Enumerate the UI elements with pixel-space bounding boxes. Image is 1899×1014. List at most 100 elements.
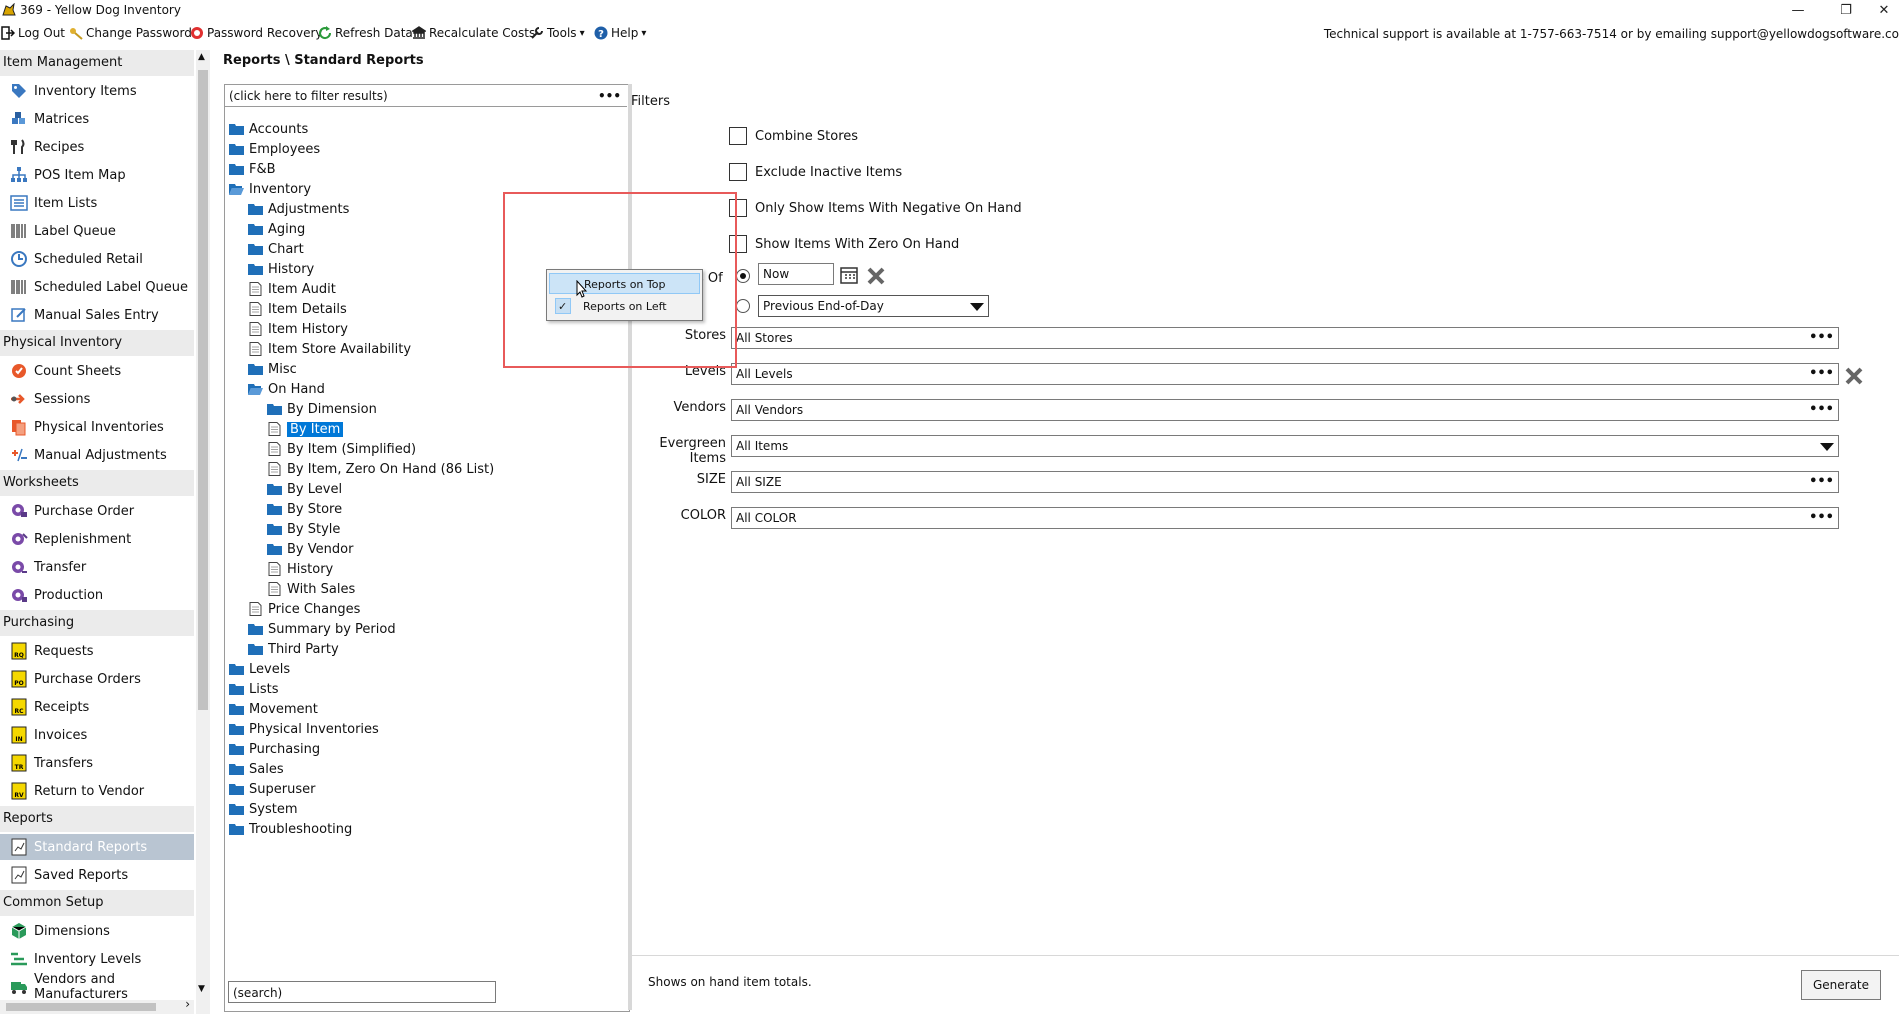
tree-node-summary-by-period[interactable]: Summary by Period xyxy=(248,619,396,639)
tree-node-by-vendor[interactable]: By Vendor xyxy=(267,539,353,559)
tree-node-item-history[interactable]: Item History xyxy=(248,319,348,339)
tree-node-sales[interactable]: Sales xyxy=(229,759,284,779)
sidebar-item-manual-adjustments[interactable]: Manual Adjustments xyxy=(0,442,194,468)
restore-button[interactable]: ❐ xyxy=(1826,1,1866,21)
tree-node-history[interactable]: History xyxy=(267,559,333,579)
stores-field[interactable]: All Stores ••• xyxy=(731,327,1839,349)
password-recovery-button[interactable]: Password Recovery xyxy=(190,26,323,40)
sidebar-item-inventory-items[interactable]: Inventory Items xyxy=(0,78,194,104)
scroll-up-icon[interactable]: ▲ xyxy=(198,52,205,62)
checkbox-box[interactable] xyxy=(729,163,747,181)
tree-node-price-changes[interactable]: Price Changes xyxy=(248,599,360,619)
more-icon[interactable]: ••• xyxy=(1809,472,1834,492)
sidebar-item-scheduled-retail[interactable]: Scheduled Retail xyxy=(0,246,194,272)
scroll-right-icon[interactable]: › xyxy=(185,997,190,1011)
tree-node-inventory[interactable]: Inventory xyxy=(229,179,311,199)
calendar-icon[interactable] xyxy=(840,266,858,284)
tree-node-accounts[interactable]: Accounts xyxy=(229,119,308,139)
sidebar-item-scheduled-label-queue[interactable]: Scheduled Label Queue xyxy=(0,274,194,300)
sidebar-item-transfer[interactable]: Transfer xyxy=(0,554,194,580)
sidebar-section-reports[interactable]: Reports xyxy=(0,806,194,832)
tree-node-by-style[interactable]: By Style xyxy=(267,519,340,539)
sidebar-section-purchasing[interactable]: Purchasing xyxy=(0,610,194,636)
menu-item-reports-on-top[interactable]: Reports on Top xyxy=(549,273,700,294)
tree-node-misc[interactable]: Misc xyxy=(248,359,297,379)
dropdown-arrow-icon[interactable] xyxy=(970,303,984,311)
tree-node-f-b[interactable]: F&B xyxy=(229,159,276,179)
sidebar-item-sessions[interactable]: Sessions xyxy=(0,386,194,412)
tree-node-chart[interactable]: Chart xyxy=(248,239,304,259)
exclude-inactive-checkbox[interactable]: Exclude Inactive Items xyxy=(729,163,902,181)
sidebar-item-vendors-manufacturers[interactable]: Vendors and Manufacturers xyxy=(0,972,194,1002)
sidebar-item-matrices[interactable]: Matrices xyxy=(0,106,194,132)
levels-clear-icon[interactable] xyxy=(1844,366,1864,386)
tools-menu[interactable]: Tools ▾ xyxy=(530,26,585,40)
tree-node-aging[interactable]: Aging xyxy=(248,219,305,239)
sidebar-vertical-scrollbar[interactable]: ▲ ▼ xyxy=(196,50,210,1014)
tree-node-by-item-simplified[interactable]: By Item (Simplified) xyxy=(267,439,416,459)
refresh-data-button[interactable]: Refresh Data xyxy=(318,26,413,40)
negative-on-hand-checkbox[interactable]: Only Show Items With Negative On Hand xyxy=(729,199,1022,217)
sidebar-item-return-to-vendor[interactable]: RV Return to Vendor xyxy=(0,778,194,804)
tree-node-third-party[interactable]: Third Party xyxy=(248,639,339,659)
sidebar-section-common-setup[interactable]: Common Setup xyxy=(0,890,194,916)
help-menu[interactable]: ? Help ▾ xyxy=(594,26,646,40)
scroll-down-icon[interactable]: ▼ xyxy=(198,984,205,994)
sidebar-section-item-management[interactable]: Item Management xyxy=(0,50,194,76)
close-button[interactable]: ✕ xyxy=(1864,1,1899,21)
sidebar-item-replenishment[interactable]: Replenishment xyxy=(0,526,194,552)
sidebar-item-requests[interactable]: RQ Requests xyxy=(0,638,194,664)
sidebar-item-dimensions[interactable]: Dimensions xyxy=(0,918,194,944)
tree-node-history[interactable]: History xyxy=(248,259,314,279)
menu-item-reports-on-left[interactable]: ✓ Reports on Left xyxy=(549,296,700,317)
as-of-previous-select[interactable]: Previous End-of-Day xyxy=(758,295,989,317)
more-icon[interactable]: ••• xyxy=(598,85,621,107)
scrollbar-thumb[interactable] xyxy=(198,70,208,710)
sidebar-section-worksheets[interactable]: Worksheets xyxy=(0,470,194,496)
sidebar-item-manual-sales-entry[interactable]: Manual Sales Entry xyxy=(0,302,194,328)
sidebar-item-standard-reports[interactable]: Standard Reports xyxy=(0,834,194,860)
clear-icon[interactable] xyxy=(866,266,886,286)
checkbox-box[interactable] xyxy=(729,127,747,145)
tree-node-purchasing[interactable]: Purchasing xyxy=(229,739,320,759)
sidebar-item-inventory-levels[interactable]: Inventory Levels xyxy=(0,946,194,972)
more-icon[interactable]: ••• xyxy=(1809,364,1834,384)
sidebar-item-invoices[interactable]: IN Invoices xyxy=(0,722,194,748)
logout-button[interactable]: Log Out xyxy=(1,26,65,40)
tree-node-on-hand[interactable]: On Hand xyxy=(248,379,325,399)
tree-search-input[interactable]: (search) xyxy=(228,981,496,1003)
sidebar-item-count-sheets[interactable]: Count Sheets xyxy=(0,358,194,384)
tree-node-superuser[interactable]: Superuser xyxy=(229,779,315,799)
sidebar-horizontal-scrollbar[interactable]: › xyxy=(0,997,194,1014)
tree-node-item-audit[interactable]: Item Audit xyxy=(248,279,336,299)
tree-node-physical-inventories[interactable]: Physical Inventories xyxy=(229,719,379,739)
sidebar-item-saved-reports[interactable]: Saved Reports xyxy=(0,862,194,888)
sidebar-item-transfers[interactable]: TR Transfers xyxy=(0,750,194,776)
levels-field[interactable]: All Levels ••• xyxy=(731,363,1839,385)
tree-node-by-item-zero-on-hand-86-list[interactable]: By Item, Zero On Hand (86 List) xyxy=(267,459,494,479)
tree-node-movement[interactable]: Movement xyxy=(229,699,318,719)
sidebar-item-recipes[interactable]: Recipes xyxy=(0,134,194,160)
tree-node-item-details[interactable]: Item Details xyxy=(248,299,347,319)
tree-filter-input[interactable]: (click here to filter results) ••• xyxy=(225,85,627,107)
combine-stores-checkbox[interactable]: Combine Stores xyxy=(729,127,858,145)
size-field[interactable]: All SIZE ••• xyxy=(731,471,1839,493)
tree-node-employees[interactable]: Employees xyxy=(229,139,320,159)
tree-node-adjustments[interactable]: Adjustments xyxy=(248,199,349,219)
sidebar-item-label-queue[interactable]: Label Queue xyxy=(0,218,194,244)
minimize-button[interactable]: — xyxy=(1778,1,1818,21)
dropdown-arrow-icon[interactable] xyxy=(1820,443,1834,451)
generate-button[interactable]: Generate xyxy=(1801,970,1881,1000)
sidebar-item-item-lists[interactable]: Item Lists xyxy=(0,190,194,216)
as-of-date-input[interactable]: Now xyxy=(758,263,834,285)
tree-node-troubleshooting[interactable]: Troubleshooting xyxy=(229,819,352,839)
recalculate-costs-button[interactable]: Recalculate Costs xyxy=(412,26,535,40)
sidebar-item-physical-inventories[interactable]: Physical Inventories xyxy=(0,414,194,440)
scrollbar-thumb[interactable] xyxy=(6,1003,156,1011)
sidebar-item-production[interactable]: Production xyxy=(0,582,194,608)
sidebar-item-purchase-order[interactable]: Purchase Order xyxy=(0,498,194,524)
sidebar-item-purchase-orders[interactable]: PO Purchase Orders xyxy=(0,666,194,692)
more-icon[interactable]: ••• xyxy=(1809,400,1834,420)
zero-on-hand-checkbox[interactable]: Show Items With Zero On Hand xyxy=(729,235,959,253)
as-of-previous-eod-radio[interactable] xyxy=(736,299,750,313)
